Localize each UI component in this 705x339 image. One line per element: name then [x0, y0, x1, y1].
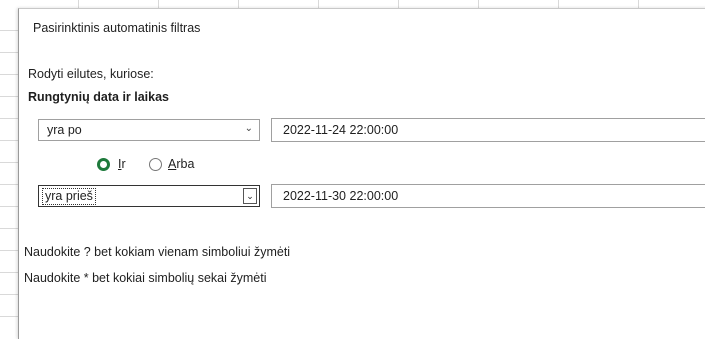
show-rows-caption: Rodyti eilutes, kuriose: — [28, 67, 154, 81]
grid-line — [0, 206, 18, 207]
or-radio-label[interactable]: Arba — [168, 157, 194, 171]
value-input-1[interactable]: 2022-11-24 22:00:00 — [271, 118, 705, 142]
operator-select-2-value: yra prieš — [42, 188, 96, 205]
and-radio-label[interactable]: Ir — [118, 157, 126, 171]
grid-line — [0, 52, 18, 53]
spreadsheet-background — [0, 0, 18, 324]
dialog-title: Pasirinktinis automatinis filtras — [33, 21, 201, 35]
grid-line — [0, 184, 18, 185]
wildcard-hint-sequence: Naudokite * bet kokiai simbolių sekai žy… — [24, 271, 267, 285]
grid-line — [0, 96, 18, 97]
grid-line — [0, 118, 18, 119]
grid-line — [0, 140, 18, 141]
value-input-2[interactable]: 2022-11-30 22:00:00 — [271, 184, 705, 208]
grid-line — [158, 0, 159, 8]
grid-line — [398, 0, 399, 8]
operator-select-1-value: yra po — [47, 123, 82, 137]
chevron-down-icon[interactable]: ⌄ — [245, 123, 253, 134]
chevron-down-icon[interactable]: ⌄ — [243, 188, 257, 204]
grid-line — [318, 0, 319, 8]
grid-line — [0, 228, 18, 229]
grid-line — [638, 0, 639, 8]
operator-select-2[interactable]: yra prieš ⌄ — [38, 185, 260, 207]
grid-line — [0, 294, 18, 295]
grid-line — [78, 0, 79, 8]
grid-line — [238, 0, 239, 8]
grid-line — [478, 0, 479, 8]
field-name-label: Rungtynių data ir laikas — [28, 90, 170, 104]
spreadsheet-top-strip — [18, 0, 705, 8]
grid-line — [0, 74, 18, 75]
and-label-rest: r — [121, 157, 126, 171]
grid-line — [558, 0, 559, 8]
radio-unselected-icon[interactable] — [149, 158, 162, 171]
grid-line — [0, 250, 18, 251]
custom-autofilter-dialog: Pasirinktinis automatinis filtras Rodyti… — [18, 8, 705, 339]
grid-line — [0, 272, 18, 273]
or-label-rest: rba — [176, 157, 195, 171]
grid-line — [0, 316, 18, 317]
value-input-1-text: 2022-11-24 22:00:00 — [283, 123, 399, 137]
radio-selected-icon[interactable] — [97, 158, 110, 171]
grid-line — [0, 162, 18, 163]
wildcard-hint-single: Naudokite ? bet kokiam vienam simboliui … — [24, 245, 291, 259]
operator-select-1[interactable]: yra po ⌄ — [38, 119, 260, 141]
grid-line — [0, 30, 18, 31]
value-input-2-text: 2022-11-30 22:00:00 — [283, 189, 399, 203]
